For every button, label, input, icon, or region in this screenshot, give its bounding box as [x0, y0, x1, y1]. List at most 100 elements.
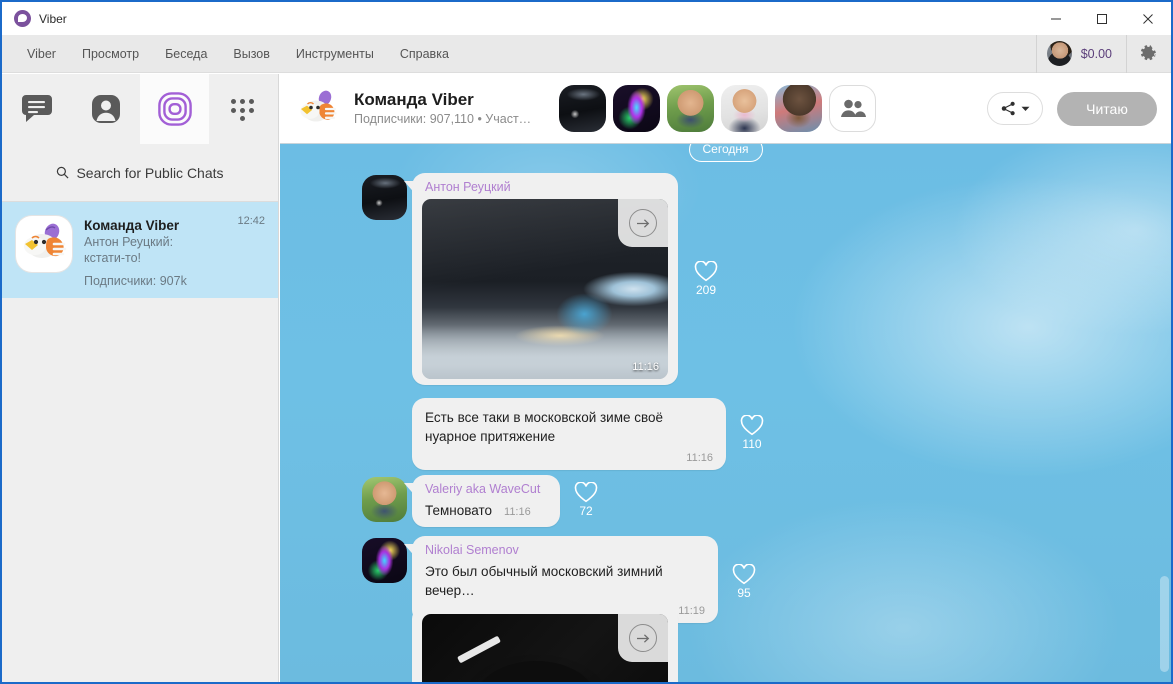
viber-desktop-window: Viber Viber Просмотр Беседа Вызов Инстру…: [0, 0, 1173, 684]
menu-item-tools[interactable]: Инструменты: [283, 42, 387, 66]
message-sender: Nikolai Semenov: [425, 543, 519, 557]
search-input[interactable]: Search for Public Chats: [76, 165, 223, 181]
chat-header-actions: Читаю: [987, 91, 1157, 126]
scrollbar[interactable]: [1158, 144, 1171, 682]
tab-public-chats[interactable]: [140, 74, 209, 144]
share-button[interactable]: [987, 92, 1043, 125]
message-bubble[interactable]: Есть все таки в московской зиме своё нуа…: [412, 398, 726, 470]
menu-bar: Viber Просмотр Беседа Вызов Инструменты …: [2, 34, 1171, 73]
viber-mascot-avatar: [16, 216, 72, 272]
menu-item-conversation[interactable]: Беседа: [152, 42, 220, 66]
message-photo[interactable]: 11:16: [422, 199, 668, 379]
message-photo-noir: [412, 606, 678, 682]
maximize-icon[interactable]: [1079, 2, 1125, 35]
menu-item-view[interactable]: Просмотр: [69, 42, 152, 66]
avatar-valeriy[interactable]: [362, 477, 407, 522]
avatar-nikolai[interactable]: [362, 538, 407, 583]
dialpad-icon: [230, 97, 257, 121]
members-icon: [840, 99, 866, 117]
menu-bar-right: $0.00: [1035, 34, 1171, 73]
message-photo[interactable]: [422, 614, 668, 682]
message-bubble[interactable]: Антон Реуцкий 11:16: [412, 173, 678, 385]
menu-items: Viber Просмотр Беседа Вызов Инструменты …: [2, 42, 462, 66]
chat-header-avatar[interactable]: [294, 84, 342, 133]
message-text-noir: Есть все таки в московской зиме своё нуа…: [412, 398, 764, 470]
list-item[interactable]: Команда Viber Антон Реуцкий: кстати-то! …: [2, 202, 278, 298]
close-icon[interactable]: [1125, 2, 1171, 35]
like-control[interactable]: 95: [732, 564, 756, 600]
like-count: 209: [695, 283, 717, 297]
tab-keypad[interactable]: [209, 74, 278, 144]
message-bubble[interactable]: Valeriy aka WaveCut Темновато 11:16: [412, 475, 560, 527]
forward-arrow-icon: [629, 209, 657, 237]
window-controls: [1033, 2, 1171, 35]
participant-avatar-4[interactable]: [721, 85, 769, 132]
date-divider: Сегодня: [688, 144, 763, 162]
participants-row: [559, 85, 877, 132]
like-control[interactable]: 209: [694, 261, 718, 297]
message-time: 11:16: [504, 506, 531, 518]
message-text: Это был обычный московский зимний вечер…: [425, 564, 663, 598]
heart-icon: [740, 415, 764, 436]
like-count: 95: [737, 586, 751, 600]
list-item-followers: Подписчики: 907k: [84, 274, 187, 288]
message-time: 11:16: [632, 361, 659, 373]
search-bar[interactable]: Search for Public Chats: [2, 144, 278, 202]
window-title: Viber: [39, 11, 67, 26]
like-control[interactable]: 72: [574, 482, 598, 518]
participant-avatar-2[interactable]: [613, 85, 661, 132]
chat-header-meta: Команда Viber Подписчики: 907,110 • Учас…: [354, 89, 531, 128]
participant-avatar-3[interactable]: [667, 85, 715, 132]
gear-icon[interactable]: [1127, 35, 1171, 73]
page-title: Команда Viber: [354, 90, 474, 109]
like-count: 110: [742, 437, 762, 451]
tab-chats[interactable]: [2, 74, 71, 144]
heart-icon: [732, 564, 756, 585]
heart-icon: [574, 482, 598, 503]
message-bubble[interactable]: [412, 606, 678, 682]
left-panel: Search for Public Chats Команда Viber Ан…: [2, 74, 279, 682]
public-chats-icon: [157, 92, 192, 126]
title-bar-left: Viber: [2, 10, 81, 27]
message-time: 11:19: [678, 605, 705, 617]
menu-item-help[interactable]: Справка: [387, 42, 462, 66]
menu-item-viber[interactable]: Viber: [14, 42, 69, 66]
title-bar: Viber: [2, 2, 1171, 35]
forward-arrow-icon: [629, 624, 657, 652]
participant-avatar-1[interactable]: [559, 85, 607, 132]
message-sender: Антон Реуцкий: [425, 180, 511, 194]
forward-button[interactable]: [618, 199, 668, 247]
list-item-preview-text: кстати-то!: [84, 251, 142, 265]
tab-contacts[interactable]: [71, 74, 140, 144]
avatar[interactable]: [1046, 41, 1072, 66]
message-sender: Valeriy aka WaveCut: [425, 482, 541, 496]
scrollbar-thumb[interactable]: [1160, 576, 1169, 672]
balance-area[interactable]: $0.00: [1035, 34, 1127, 73]
conversation-area: Сегодня Антон Реуцкий 11:16 209 Есть все…: [280, 144, 1171, 682]
viber-logo-icon: [14, 10, 31, 27]
share-icon: [1001, 101, 1015, 116]
message-photo-city: Антон Реуцкий 11:16 209: [362, 173, 718, 385]
message-temnovato: Valeriy aka WaveCut Темновато 11:16 72: [362, 475, 598, 527]
forward-button[interactable]: [618, 614, 668, 662]
message-text: Есть все таки в московской зиме своё нуа…: [425, 410, 664, 444]
contact-person-icon: [91, 95, 120, 123]
participant-avatar-5[interactable]: [775, 85, 823, 132]
message-time: 11:16: [686, 452, 713, 464]
message-text: Темновато: [425, 503, 493, 518]
minimize-icon[interactable]: [1033, 2, 1079, 35]
list-item-preview-sender: Антон Реуцкий:: [84, 235, 174, 249]
like-control[interactable]: 110: [740, 415, 764, 451]
chat-bubble-icon: [21, 95, 52, 122]
follow-button[interactable]: Читаю: [1057, 91, 1157, 126]
search-icon: [57, 166, 69, 179]
list-item-time: 12:42: [237, 215, 265, 227]
chat-header: Команда Viber Подписчики: 907,110 • Учас…: [280, 74, 1171, 144]
members-button[interactable]: [829, 85, 877, 132]
chevron-down-icon: [1021, 106, 1029, 111]
balance-amount: $0.00: [1080, 46, 1112, 61]
chat-header-subtitle: Подписчики: 907,110 • Участ…: [354, 112, 532, 126]
avatar-anton[interactable]: [362, 175, 407, 220]
menu-item-call[interactable]: Вызов: [220, 42, 283, 66]
like-count: 72: [579, 504, 593, 518]
